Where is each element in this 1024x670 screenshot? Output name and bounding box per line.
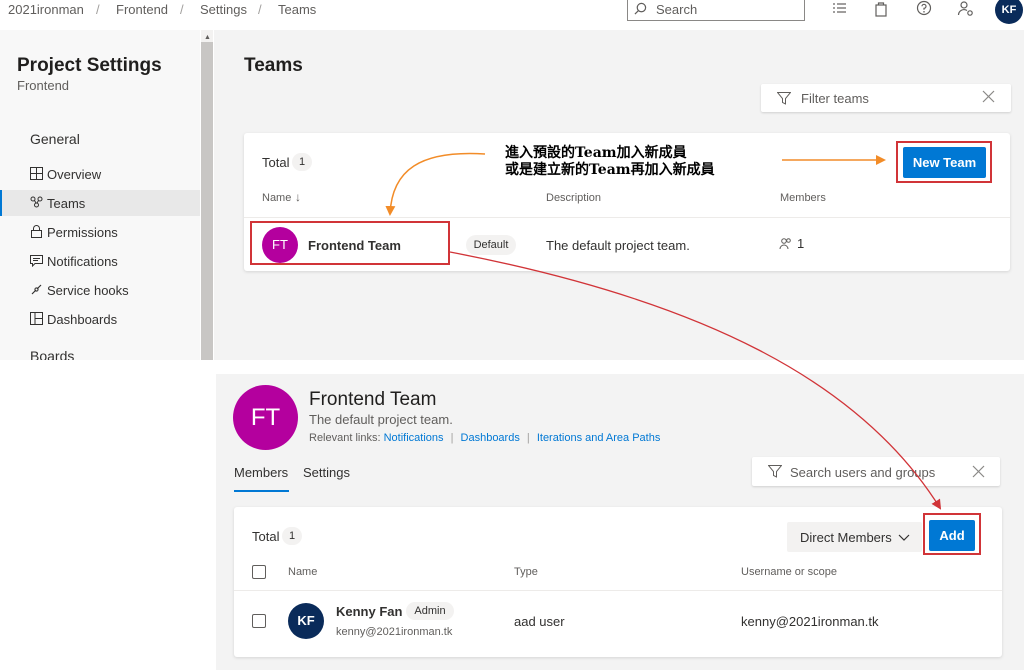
row-checkbox[interactable] (252, 614, 266, 628)
page-title: Project Settings (17, 55, 162, 76)
sidebar-item-label: Overview (47, 167, 102, 182)
dropdown-value: Direct Members (800, 530, 892, 545)
total-label: Total (252, 529, 280, 544)
filter-teams-input[interactable]: Filter teams (761, 84, 1011, 112)
clear-icon[interactable] (982, 90, 995, 103)
new-team-button[interactable]: New Team (903, 147, 986, 178)
sidebar-item-dashboards[interactable]: Dashboards (0, 306, 200, 332)
search-placeholder: Search (656, 2, 698, 17)
add-member-button[interactable]: Add (929, 520, 975, 551)
service-hooks-icon (31, 284, 42, 295)
lock-icon (31, 225, 42, 238)
sidebar-item-notifications[interactable]: Notifications (0, 248, 200, 274)
column-header-name[interactable]: Name (262, 192, 291, 204)
select-all-checkbox[interactable] (252, 565, 266, 579)
member-username: kenny@2021ironman.tk (741, 614, 879, 629)
relevant-links: Relevant links: Notifications | Dashboar… (309, 432, 660, 444)
column-header-type: Type (514, 566, 538, 578)
breadcrumb-section[interactable]: Settings (200, 2, 247, 17)
global-search-input[interactable]: Search (627, 0, 805, 21)
sidebar-item-teams[interactable]: Teams (0, 190, 200, 216)
link-notifications[interactable]: Notifications (384, 432, 444, 444)
relevant-links-label: Relevant links: (309, 432, 381, 444)
link-dashboards[interactable]: Dashboards (461, 432, 520, 444)
team-detail-title: Frontend Team (309, 389, 437, 410)
sidebar-scrollbar[interactable]: ▲ (201, 30, 213, 360)
breadcrumb-separator: / (258, 2, 262, 17)
help-icon[interactable] (915, 0, 933, 18)
tab-settings[interactable]: Settings (303, 465, 350, 480)
link-separator: | (450, 432, 454, 444)
column-header-name[interactable]: Name (288, 566, 317, 578)
top-bar: 2021ironman / Frontend / Settings / Team… (0, 0, 1024, 26)
member-count: 1 (797, 236, 805, 251)
search-icon (634, 2, 647, 15)
team-detail-description: The default project team. (309, 412, 453, 427)
scroll-up-icon[interactable]: ▲ (204, 34, 211, 41)
team-description: The default project team. (546, 238, 690, 253)
column-header-members: Members (780, 192, 826, 204)
project-name: Frontend (17, 78, 70, 93)
total-count-badge: 1 (292, 153, 312, 171)
sidebar-item-label: Notifications (47, 254, 118, 269)
tab-members[interactable]: Members (234, 465, 288, 480)
sidebar-item-service-hooks[interactable]: Service hooks (0, 277, 200, 303)
sidebar-item-label: Service hooks (47, 283, 129, 298)
direct-members-dropdown[interactable]: Direct Members (787, 522, 922, 552)
member-name[interactable]: Kenny Fan (336, 604, 402, 619)
team-avatar-large: FT (233, 385, 298, 450)
sidebar-item-label: Permissions (47, 225, 118, 240)
sidebar-item-label: Dashboards (47, 312, 118, 327)
divider (234, 590, 1002, 591)
task-list-icon[interactable] (831, 0, 849, 18)
link-iterations-area-paths[interactable]: Iterations and Area Paths (537, 432, 661, 444)
breadcrumb-project[interactable]: Frontend (116, 2, 168, 17)
sidebar-item-label: Teams (47, 196, 86, 211)
filter-icon (777, 92, 791, 105)
breadcrumb-page[interactable]: Teams (278, 2, 316, 17)
overview-icon (30, 167, 43, 180)
breadcrumb-separator: / (96, 2, 100, 17)
dashboard-icon (30, 312, 43, 325)
notification-icon (30, 255, 43, 267)
member-email: kenny@2021ironman.tk (336, 626, 453, 638)
filter-placeholder: Filter teams (801, 91, 869, 106)
breadcrumb-org[interactable]: 2021ironman (8, 2, 84, 17)
chevron-down-icon (898, 534, 910, 541)
user-avatar[interactable]: KF (995, 0, 1023, 24)
teams-icon (30, 196, 43, 208)
annotation-line-2: 或是建立新的Team再加入新成員 (505, 162, 715, 178)
default-badge: Default (466, 235, 516, 255)
member-type: aad user (514, 614, 565, 629)
sidebar-item-overview[interactable]: Overview (0, 161, 200, 187)
breadcrumb-separator: / (180, 2, 184, 17)
search-users-placeholder: Search users and groups (790, 465, 936, 480)
search-users-input[interactable]: Search users and groups (752, 457, 1000, 486)
shopping-bag-icon[interactable] (872, 0, 890, 18)
total-count-badge: 1 (282, 527, 302, 545)
column-header-username: Username or scope (741, 566, 837, 578)
active-tab-indicator (234, 490, 289, 492)
highlight-box (250, 221, 450, 265)
divider (244, 217, 1010, 218)
column-header-description: Description (546, 192, 602, 204)
sidebar-group-general[interactable]: General (30, 131, 80, 147)
scrollbar-thumb[interactable] (201, 42, 213, 360)
member-avatar: KF (288, 603, 324, 639)
blank-area (0, 360, 216, 670)
total-label: Total (262, 155, 290, 170)
sort-arrow-icon[interactable]: ↓ (295, 190, 301, 204)
members-icon (779, 238, 791, 250)
filter-icon (768, 465, 782, 478)
sidebar-item-permissions[interactable]: Permissions (0, 219, 200, 245)
user-settings-icon[interactable] (957, 0, 975, 18)
link-separator: | (526, 432, 530, 444)
teams-page-title: Teams (244, 55, 303, 76)
admin-badge: Admin (406, 602, 454, 620)
clear-icon[interactable] (972, 465, 985, 478)
